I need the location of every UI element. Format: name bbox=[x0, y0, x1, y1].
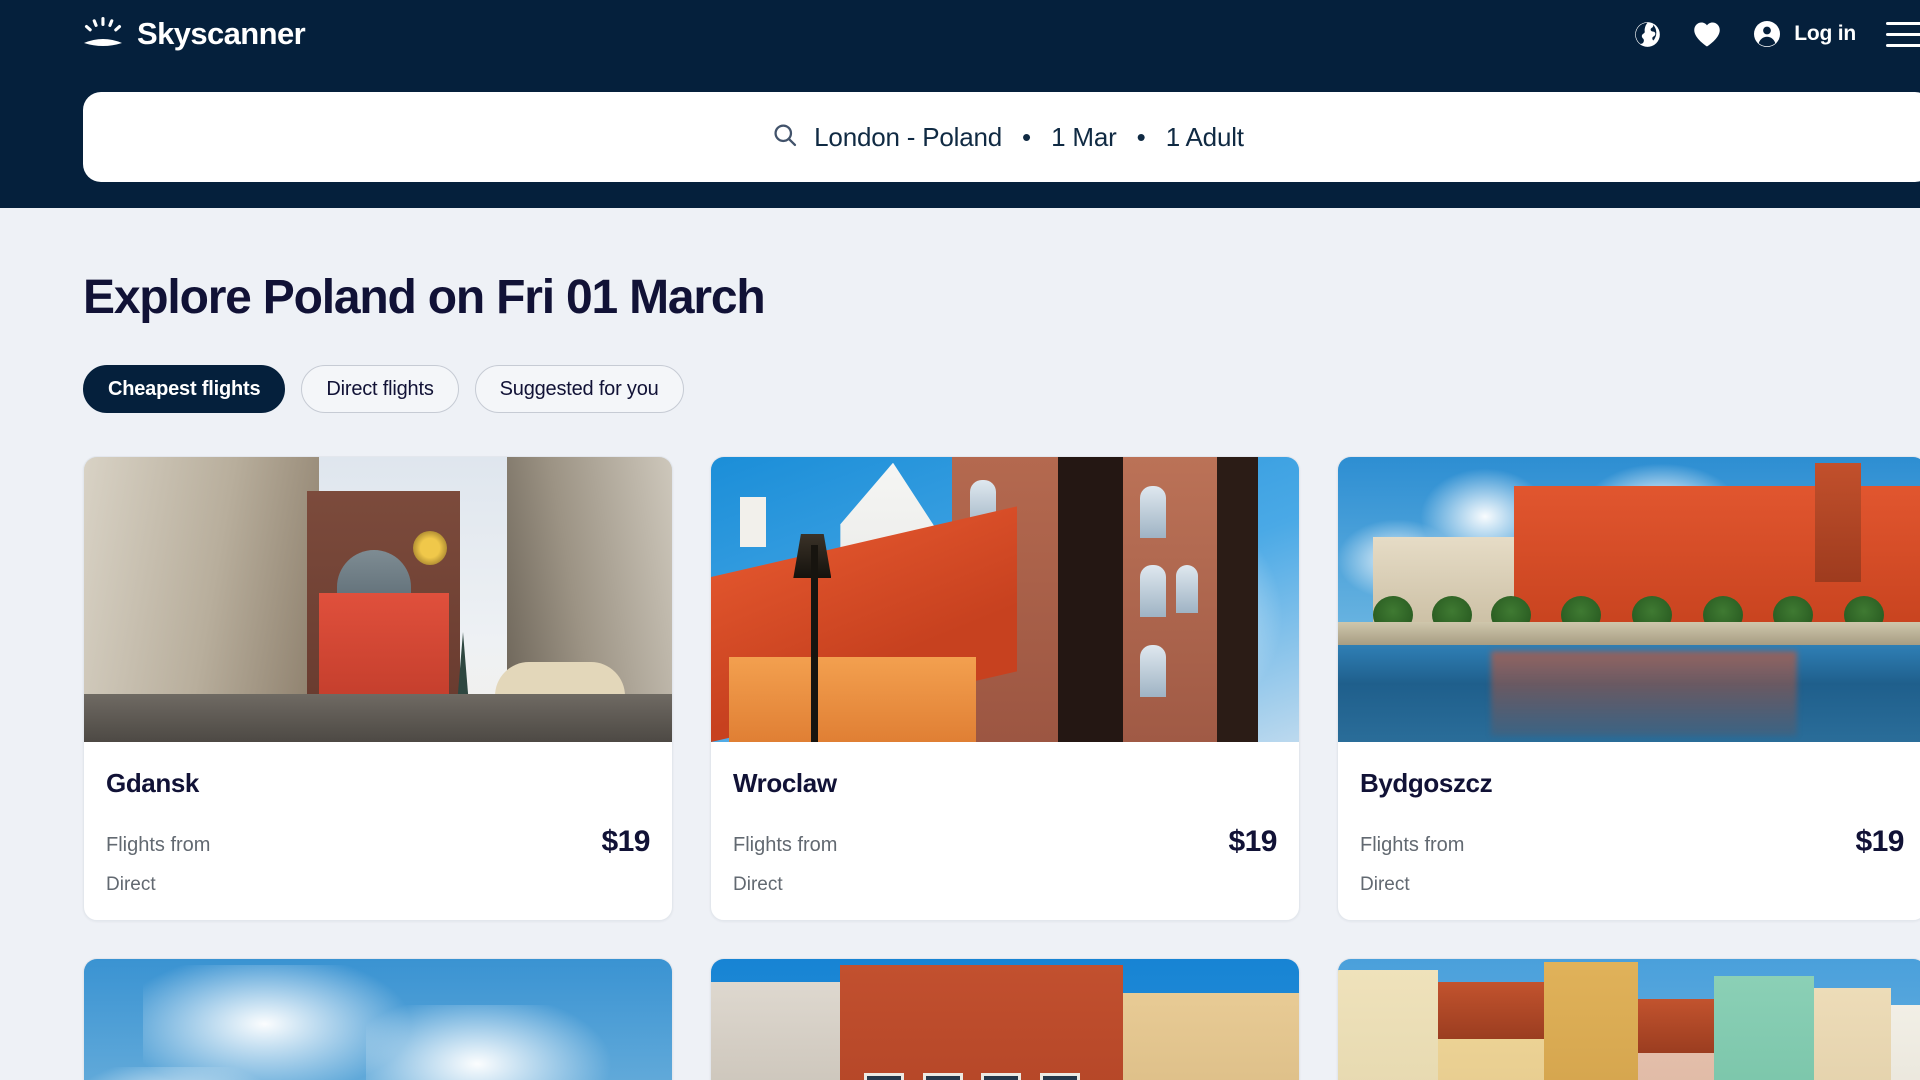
hamburger-bar bbox=[1886, 32, 1920, 36]
tab-label: Direct flights bbox=[326, 377, 434, 400]
search-summary-bar[interactable]: London - Poland • 1 Mar • 1 Adult bbox=[83, 92, 1920, 182]
tab-cheapest-flights[interactable]: Cheapest flights bbox=[83, 365, 286, 413]
card-body: Gdansk Flights from $19 Direct bbox=[84, 742, 672, 920]
card-price: $19 bbox=[1855, 825, 1904, 858]
card-body: Bydgoszcz Flights from $19 Direct bbox=[1338, 742, 1920, 920]
card-stops: Direct bbox=[106, 874, 156, 895]
card-flights-from-label: Flights from bbox=[1360, 834, 1465, 856]
globe-icon[interactable] bbox=[1632, 19, 1662, 49]
card-price-row: Flights from $19 bbox=[733, 825, 1277, 859]
main-content: Explore Poland on Fri 01 March Cheapest … bbox=[0, 208, 1920, 1080]
login-label: Log in bbox=[1794, 22, 1856, 45]
tab-direct-flights[interactable]: Direct flights bbox=[301, 365, 459, 413]
login-button[interactable]: Log in bbox=[1752, 19, 1856, 49]
tab-label: Suggested for you bbox=[499, 377, 659, 400]
search-separator: • bbox=[1136, 121, 1146, 152]
card-stops: Direct bbox=[733, 874, 783, 895]
card-flights-from-label: Flights from bbox=[733, 834, 838, 856]
card-price: $19 bbox=[601, 825, 650, 858]
header-nav-actions: Log in bbox=[1632, 19, 1920, 49]
card-price: $19 bbox=[1228, 825, 1277, 858]
search-travellers: 1 Adult bbox=[1165, 121, 1244, 152]
wroclaw-cathedral-rooftops-photo bbox=[711, 457, 1299, 742]
card-price-row: Flights from $19 bbox=[106, 825, 650, 859]
site-header: Skyscanner Log in London - Poland • 1 Ma… bbox=[0, 0, 1920, 208]
page-title: Explore Poland on Fri 01 March bbox=[83, 271, 766, 324]
tenement-facades-blue-sky-photo bbox=[711, 959, 1299, 1080]
hamburger-bar bbox=[1886, 43, 1920, 47]
card-stops: Direct bbox=[1360, 874, 1410, 895]
tab-suggested-for-you[interactable]: Suggested for you bbox=[474, 365, 684, 413]
card-price-row: Flights from $19 bbox=[1360, 825, 1904, 859]
szczecin-skyline-clouds-photo bbox=[84, 959, 672, 1080]
destination-card-row2-1[interactable] bbox=[83, 958, 673, 1080]
heart-icon[interactable] bbox=[1692, 19, 1722, 49]
destination-card-row2-2[interactable] bbox=[710, 958, 1300, 1080]
destination-card-wroclaw[interactable]: Wroclaw Flights from $19 Direct bbox=[710, 456, 1300, 921]
header-top-bar: Skyscanner Log in bbox=[0, 0, 1920, 68]
person-circle-icon bbox=[1752, 19, 1782, 49]
card-city-name: Wroclaw bbox=[733, 768, 837, 798]
destination-card-gdansk[interactable]: Gdansk Flights from $19 Direct bbox=[83, 456, 673, 921]
card-flights-from-label: Flights from bbox=[106, 834, 211, 856]
warsaw-old-town-colorful-houses-photo bbox=[1338, 959, 1920, 1080]
tab-label: Cheapest flights bbox=[108, 377, 261, 400]
search-date: 1 Mar bbox=[1051, 121, 1117, 152]
destination-card-grid: Gdansk Flights from $19 Direct Wroclaw F… bbox=[83, 456, 1920, 1080]
brand-name: Skyscanner bbox=[137, 16, 306, 51]
search-icon bbox=[772, 122, 798, 153]
search-route: London - Poland bbox=[814, 121, 1002, 152]
search-separator: • bbox=[1022, 121, 1032, 152]
gdansk-old-town-street-photo bbox=[84, 457, 672, 742]
destination-card-bydgoszcz[interactable]: Bydgoszcz Flights from $19 Direct bbox=[1337, 456, 1920, 921]
hamburger-bar bbox=[1886, 21, 1920, 25]
flight-filter-tabs: Cheapest flights Direct flights Suggeste… bbox=[83, 365, 1837, 413]
skyscanner-logo[interactable]: Skyscanner bbox=[83, 16, 306, 52]
destination-card-row2-3[interactable] bbox=[1337, 958, 1920, 1080]
hamburger-menu-icon[interactable] bbox=[1886, 19, 1920, 49]
card-body: Wroclaw Flights from $19 Direct bbox=[711, 742, 1299, 920]
card-city-name: Bydgoszcz bbox=[1360, 768, 1493, 798]
sunburst-logo-icon bbox=[83, 17, 123, 51]
bydgoszcz-riverfront-photo bbox=[1338, 457, 1920, 742]
search-summary-content: London - Poland • 1 Mar • 1 Adult bbox=[772, 122, 1244, 153]
card-city-name: Gdansk bbox=[106, 768, 199, 798]
